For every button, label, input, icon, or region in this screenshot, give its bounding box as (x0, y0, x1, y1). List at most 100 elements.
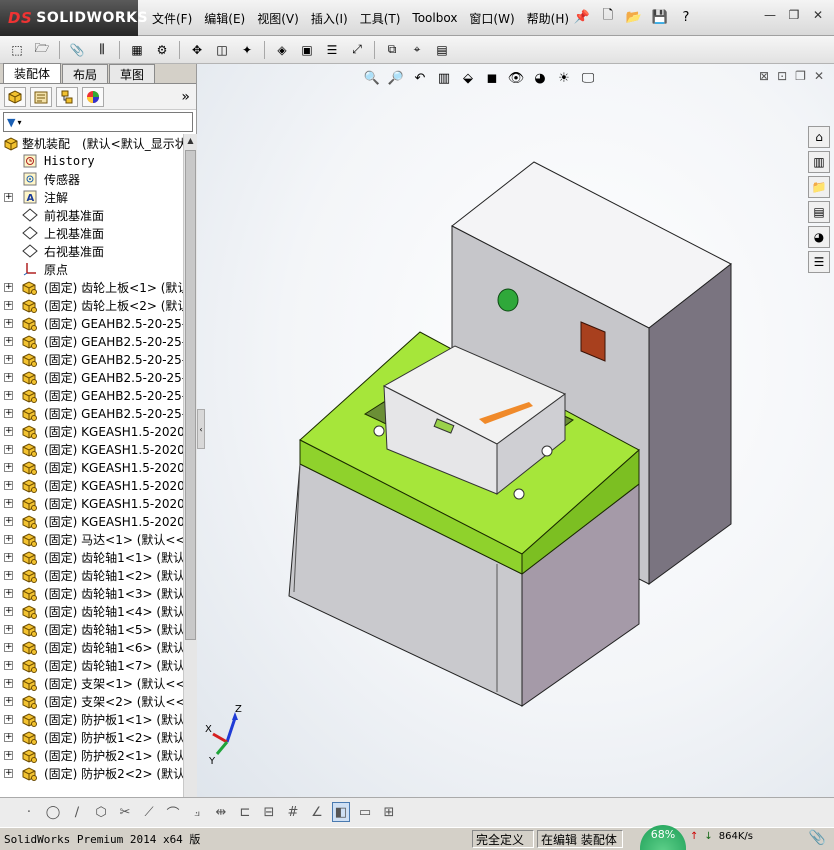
circle-icon[interactable]: ◯ (44, 802, 62, 822)
tree-item[interactable]: + (固定) 防护板2<2> (默认 (0, 764, 183, 782)
appearances-scenes-icon[interactable]: ◕ (808, 226, 830, 248)
line-icon[interactable]: ∕ (68, 802, 86, 822)
assembly-features-icon[interactable]: ✦ (236, 39, 258, 61)
expand-toggle-icon[interactable]: + (4, 300, 13, 310)
attach-icon[interactable]: 📎 (66, 39, 88, 61)
tree-item[interactable]: + (固定) KGEASH1.5-2020-1 (0, 440, 183, 458)
hidden-lines-icon[interactable]: ▭ (356, 802, 374, 822)
restore-icon[interactable]: ❐ (784, 6, 804, 24)
insert-components-icon[interactable]: ⬚ (6, 39, 28, 61)
menu-tools[interactable]: 工具(T) (354, 10, 407, 27)
tree-item[interactable]: + (固定) 齿轮轴1<3> (默认 (0, 584, 183, 602)
tree-item[interactable]: + (固定) KGEASH1.5-2020-1 (0, 494, 183, 512)
expand-toggle-icon[interactable]: + (4, 606, 13, 616)
menu-edit[interactable]: 编辑(E) (198, 10, 251, 27)
expand-toggle-icon[interactable]: + (4, 426, 13, 436)
expand-toggle-icon[interactable]: + (4, 372, 13, 382)
expand-toggle-icon[interactable]: + (4, 570, 13, 580)
save-icon[interactable]: 💾 (650, 6, 670, 28)
pin-icon[interactable]: 📌 (572, 6, 592, 28)
configurationmanager-icon[interactable] (56, 86, 78, 107)
expand-toggle-icon[interactable]: + (4, 696, 13, 706)
expand-toggle-icon[interactable]: + (4, 336, 13, 346)
expand-toggle-icon[interactable]: + (4, 498, 13, 508)
tree-item[interactable]: + (固定) KGEASH1.5-2020-1 (0, 476, 183, 494)
chamfer-icon[interactable]: ⟓ (188, 802, 206, 822)
expand-toggle-icon[interactable]: + (4, 480, 13, 490)
file-explorer-icon[interactable]: 📁 (808, 176, 830, 198)
tree-item[interactable]: + (固定) 齿轮轴1<5> (默认 (0, 620, 183, 638)
tree-item[interactable]: 原点 (0, 260, 183, 278)
tree-item[interactable]: + (固定) 支架<2> (默认<<默 (0, 692, 183, 710)
expand-toggle-icon[interactable]: + (4, 516, 13, 526)
expand-toggle-icon[interactable]: + (4, 768, 13, 778)
menu-view[interactable]: 视图(V) (251, 10, 305, 27)
expand-toggle-icon[interactable]: + (4, 624, 13, 634)
expand-toggle-icon[interactable]: + (4, 714, 13, 724)
minimize-icon[interactable]: — (760, 6, 780, 24)
instant3d-icon[interactable]: ▤ (431, 39, 453, 61)
tree-item[interactable]: + (固定) 防护板2<1> (默认 (0, 746, 183, 764)
chevron-right-icon[interactable]: » (181, 89, 190, 105)
mirror-icon[interactable]: ⇹ (212, 802, 230, 822)
design-library-icon[interactable]: ▥ (808, 151, 830, 173)
tab-layout[interactable]: 布局 (62, 64, 109, 83)
tree-item[interactable]: + (固定) 齿轮轴1<7> (默认 (0, 656, 183, 674)
close-icon[interactable]: ✕ (808, 6, 828, 24)
open-folder-icon[interactable]: 📂 (624, 6, 644, 28)
tree-item[interactable]: + (固定) 齿轮轴1<6> (默认 (0, 638, 183, 656)
tree-item[interactable]: History (0, 152, 183, 170)
tree-item[interactable]: + (固定) 齿轮轴1<4> (默认 (0, 602, 183, 620)
tree-item[interactable]: + (固定) KGEASH1.5-2020-1 (0, 512, 183, 530)
tree-item[interactable]: 上视基准面 (0, 224, 183, 242)
tree-item[interactable]: + (固定) 齿轮轴1<1> (默认 (0, 548, 183, 566)
bill-of-materials-icon[interactable]: ☰ (321, 39, 343, 61)
tree-item[interactable]: + (固定) GEAHB2.5-20-25-8 (0, 404, 183, 422)
point-icon[interactable]: · (20, 802, 38, 822)
expand-toggle-icon[interactable]: + (4, 678, 13, 688)
propertymanager-icon[interactable] (30, 86, 52, 107)
show-hidden-icon[interactable]: ◫ (211, 39, 233, 61)
appearance-icon[interactable] (82, 86, 104, 107)
smart-fasteners-icon[interactable]: ⚙ (151, 39, 173, 61)
construction-line-icon[interactable]: ⟋ (140, 802, 158, 822)
tree-item[interactable]: + (固定) GEAHB2.5-20-25-8 (0, 314, 183, 332)
new-part-icon[interactable]: 🗁 (31, 39, 53, 61)
scroll-up-icon[interactable]: ▲ (184, 134, 197, 148)
new-document-icon[interactable]: 🗋 (598, 6, 618, 28)
grid-icon[interactable]: # (284, 802, 302, 822)
menu-file[interactable]: 文件(F) (146, 10, 198, 27)
tree-item[interactable]: + (固定) 齿轮上板<2> (默认 (0, 296, 183, 314)
tree-item[interactable]: 传感器 (0, 170, 183, 188)
new-motion-study-icon[interactable]: ▣ (296, 39, 318, 61)
expand-toggle-icon[interactable]: + (4, 408, 13, 418)
tree-item[interactable]: + (固定) 马达<1> (默认<<默 (0, 530, 183, 548)
scroll-thumb[interactable] (185, 150, 196, 640)
home-icon[interactable]: ⌂ (808, 126, 830, 148)
assembly-model[interactable] (197, 64, 834, 797)
tree-item[interactable]: + (固定) GEAHB2.5-20-25-8 (0, 350, 183, 368)
tab-sketch[interactable]: 草图 (109, 64, 156, 83)
tree-item[interactable]: 前视基准面 (0, 206, 183, 224)
menu-insert[interactable]: 插入(I) (305, 10, 354, 27)
tree-filter[interactable]: ▼ ▾ (3, 112, 193, 132)
tree-item[interactable]: + A 注解 (0, 188, 183, 206)
tab-assembly[interactable]: 装配体 (3, 63, 62, 83)
relation-icon[interactable]: ∠ (308, 802, 326, 822)
tree-item[interactable]: + (固定) GEAHB2.5-20-25-8 (0, 368, 183, 386)
custom-properties-icon[interactable]: ☰ (808, 251, 830, 273)
tree-item[interactable]: + (固定) KGEASH1.5-2020-1 (0, 458, 183, 476)
featuremanager-icon[interactable] (4, 86, 26, 107)
offset-icon[interactable]: ⊏ (236, 802, 254, 822)
tree-item[interactable]: + (固定) 防护板1<2> (默认 (0, 728, 183, 746)
clearance-verification-icon[interactable]: ⌖ (406, 39, 428, 61)
tree-item[interactable]: + (固定) 齿轮上板<1> (默认 (0, 278, 183, 296)
expand-toggle-icon[interactable]: + (4, 552, 13, 562)
expand-toggle-icon[interactable]: + (4, 732, 13, 742)
reference-geometry-icon[interactable]: ◈ (271, 39, 293, 61)
dimension-icon[interactable]: ⊟ (260, 802, 278, 822)
tree-item[interactable]: + (固定) GEAHB2.5-20-25-8 (0, 386, 183, 404)
expand-toggle-icon[interactable]: + (4, 354, 13, 364)
fillet-icon[interactable]: ⌒ (164, 802, 182, 822)
tree-item[interactable]: + (固定) 防护板1<1> (默认 (0, 710, 183, 728)
